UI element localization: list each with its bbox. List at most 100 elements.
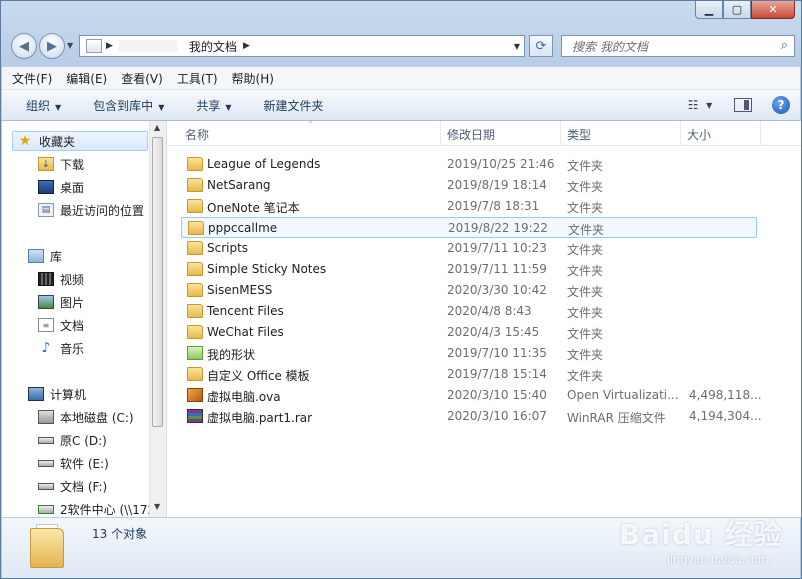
nav-downloads[interactable]: ↓ 下载: [38, 154, 84, 174]
minimize-button[interactable]: ▁: [695, 1, 723, 19]
file-row[interactable]: WeChat Files 2020/4/3 15:45 文件夹: [181, 322, 757, 343]
share-button[interactable]: 共享 ▼: [196, 97, 231, 114]
search-input[interactable]: [570, 37, 774, 57]
file-name: SisenMESS: [207, 283, 273, 297]
file-row[interactable]: League of Legends 2019/10/25 21:46 文件夹: [181, 154, 757, 175]
file-row[interactable]: 我的形状 2019/7/10 11:35 文件夹: [181, 343, 757, 364]
refresh-button[interactable]: ⟳: [529, 35, 553, 57]
address-dropdown-icon[interactable]: ▼: [514, 42, 520, 51]
rar-file-icon: [187, 409, 203, 423]
file-row[interactable]: 虚拟电脑.part1.rar 2020/3/10 16:07 WinRAR 压缩文件…: [181, 406, 762, 427]
nav-libraries-label: 库: [50, 249, 63, 264]
scrollbar-thumb[interactable]: [152, 137, 163, 427]
nav-recent-places[interactable]: ▤ 最近访问的位置: [38, 200, 144, 220]
menu-file[interactable]: 文件(F): [12, 70, 52, 87]
file-date-modified: 2019/7/18 15:14: [447, 367, 547, 381]
nav-pictures[interactable]: 图片: [38, 292, 84, 312]
organize-button[interactable]: 组织 ▼: [26, 97, 61, 114]
breadcrumb-chevron-icon[interactable]: ▶: [243, 41, 250, 51]
view-options-button[interactable]: ☷ ▼: [682, 95, 718, 115]
file-row[interactable]: 虚拟电脑.ova 2020/3/10 15:40 Open Virtualizati…: [181, 385, 762, 406]
file-row[interactable]: OneNote 笔记本 2019/7/8 18:31 文件夹: [181, 196, 757, 217]
file-list-pane: ⌃ 名称 修改日期 类型 大小 League of Legends 2019/10…: [167, 120, 801, 517]
file-name: League of Legends: [207, 157, 321, 171]
file-row[interactable]: NetSarang 2019/8/19 18:14 文件夹: [181, 175, 757, 196]
drive-icon: [38, 459, 54, 467]
file-row[interactable]: Scripts 2019/7/11 10:23 文件夹: [181, 238, 757, 259]
share-label: 共享: [196, 98, 221, 113]
nav-network-drive[interactable]: 2软件中心 (\\172: [38, 499, 155, 517]
column-type[interactable]: 类型: [567, 126, 591, 143]
search-box[interactable]: ⌕: [561, 35, 795, 57]
folder-icon: [187, 241, 203, 255]
column-size[interactable]: 大小: [687, 126, 711, 143]
explorer-window: ▁ ▢ ✕ ◀ ▶ ▼ ▶ 我的文档 ▶ ▼ ⟳ ⌕ 文件(F) 编辑(E) 查…: [0, 0, 802, 579]
address-bar[interactable]: ▶ 我的文档 ▶ ▼: [79, 35, 525, 57]
nav-drive-e[interactable]: 软件 (E:): [38, 453, 109, 473]
folder-icon: [187, 304, 203, 318]
chevron-down-icon: ▼: [158, 102, 165, 112]
forward-button[interactable]: ▶: [39, 33, 65, 59]
column-name[interactable]: 名称: [185, 126, 209, 143]
menu-edit[interactable]: 编辑(E): [66, 70, 107, 87]
folder-icon: [187, 367, 203, 381]
help-icon[interactable]: ?: [772, 96, 790, 114]
breadcrumb-separator-icon[interactable]: ▶: [106, 41, 113, 51]
file-type: 文件夹: [568, 223, 605, 237]
file-type: 文件夹: [567, 201, 604, 215]
column-divider[interactable]: [560, 121, 561, 145]
column-divider[interactable]: [440, 121, 441, 145]
column-date-modified[interactable]: 修改日期: [447, 126, 495, 143]
file-row[interactable]: pppccallme 2019/8/22 19:22 文件夹: [181, 217, 757, 238]
nav-drive-c[interactable]: 本地磁盘 (C:): [38, 407, 134, 427]
nav-computer[interactable]: 计算机: [28, 384, 86, 404]
nav-documents-label: 文档: [60, 318, 85, 333]
file-row[interactable]: Simple Sticky Notes 2019/7/11 11:59 文件夹: [181, 259, 757, 280]
menu-view[interactable]: 查看(V): [121, 70, 163, 87]
include-in-library-label: 包含到库中: [93, 98, 154, 113]
menu-tools[interactable]: 工具(T): [177, 70, 218, 87]
breadcrumb-my-documents[interactable]: 我的文档: [189, 38, 237, 55]
library-icon: [28, 249, 44, 263]
file-size: 4,498,118...: [689, 388, 762, 402]
close-button[interactable]: ✕: [751, 1, 795, 19]
scroll-up-icon[interactable]: ▲: [154, 123, 160, 132]
redacted-breadcrumb: [118, 40, 177, 52]
nav-libraries[interactable]: 库: [28, 246, 62, 266]
file-size: 4,194,304...: [689, 409, 762, 423]
folder-body: [30, 528, 64, 568]
nav-pictures-label: 图片: [60, 295, 85, 310]
maximize-button[interactable]: ▢: [723, 1, 751, 19]
column-divider[interactable]: [680, 121, 681, 145]
search-icon[interactable]: ⌕: [781, 38, 788, 53]
file-row[interactable]: Tencent Files 2020/4/8 8:43 文件夹: [181, 301, 757, 322]
navigation-scrollbar[interactable]: ▲ ▼: [149, 121, 166, 517]
include-in-library-button[interactable]: 包含到库中 ▼: [93, 97, 164, 114]
nav-favorites[interactable]: ★ 收藏夹: [12, 131, 148, 151]
watermark-logo: Baidu 经验: [619, 518, 783, 551]
file-row[interactable]: SisenMESS 2020/3/30 10:42 文件夹: [181, 280, 757, 301]
file-date-modified: 2019/7/8 18:31: [447, 199, 540, 213]
sort-ascending-icon: ⌃: [307, 120, 314, 129]
file-type: 文件夹: [567, 306, 604, 320]
nav-music[interactable]: ♪ 音乐: [38, 338, 84, 358]
file-date-modified: 2019/10/25 21:46: [447, 157, 555, 171]
nav-drive-f[interactable]: 文档 (F:): [38, 476, 107, 496]
scroll-down-icon[interactable]: ▼: [154, 502, 160, 511]
file-date-modified: 2020/3/30 10:42: [447, 283, 547, 297]
recent-pages-dropdown[interactable]: ▼: [67, 41, 73, 50]
menu-help[interactable]: 帮助(H): [232, 70, 274, 87]
nav-desktop[interactable]: 桌面: [38, 177, 84, 197]
preview-pane-toggle-icon[interactable]: [734, 98, 752, 112]
nav-documents[interactable]: ≡ 文档: [38, 315, 84, 335]
file-row[interactable]: 自定义 Office 模板 2019/7/18 15:14 文件夹: [181, 364, 757, 385]
file-name: OneNote 笔记本: [207, 201, 300, 215]
new-folder-button[interactable]: 新建文件夹: [264, 97, 324, 114]
file-type: 文件夹: [567, 369, 604, 383]
column-divider[interactable]: [760, 121, 761, 145]
nav-drive-d[interactable]: 原C (D:): [38, 430, 107, 450]
back-button[interactable]: ◀: [11, 33, 37, 59]
nav-network-drive-label: 2软件中心 (\\172: [60, 502, 156, 517]
nav-videos[interactable]: 视频: [38, 269, 84, 289]
organize-label: 组织: [26, 98, 51, 113]
